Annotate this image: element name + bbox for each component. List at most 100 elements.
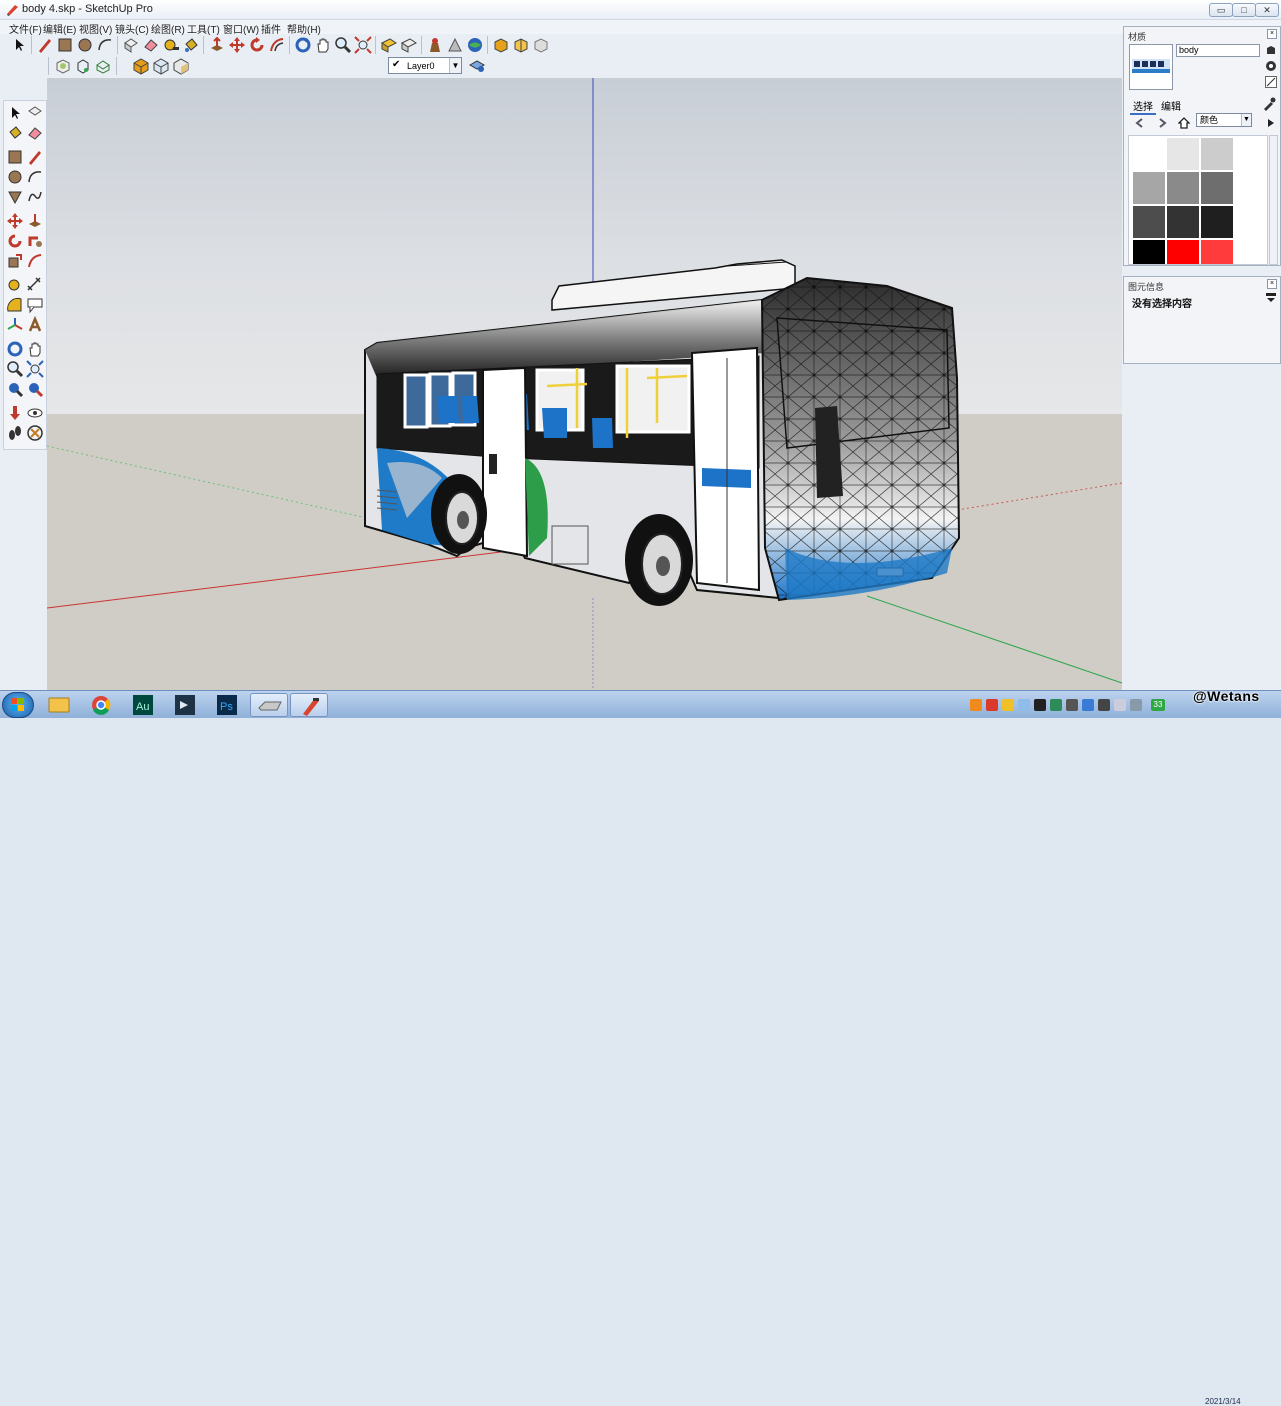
menu-help[interactable]: 帮助(H) (287, 21, 321, 36)
tape-measure-icon[interactable] (6, 276, 24, 294)
styles-icon[interactable] (532, 36, 550, 54)
push-pull-icon[interactable] (208, 36, 226, 54)
front-view-icon[interactable] (172, 57, 190, 75)
eraser-tool-icon[interactable] (26, 124, 44, 142)
menu-draw[interactable]: 绘图(R) (151, 21, 185, 36)
material-swatch[interactable] (1167, 172, 1199, 204)
material-swatch[interactable] (1167, 240, 1199, 264)
menu-file[interactable]: 文件(F) (9, 21, 42, 36)
protractor-tool-icon[interactable] (6, 296, 24, 314)
material-swatch[interactable] (1133, 172, 1165, 204)
select-tool-icon[interactable] (6, 104, 24, 122)
tray-app-icon[interactable] (970, 699, 982, 711)
google-earth-icon[interactable] (426, 36, 444, 54)
top-view-icon[interactable] (152, 57, 170, 75)
explorer-icon[interactable] (40, 693, 78, 717)
tray-app-icon[interactable] (986, 699, 998, 711)
zoom-tool-icon[interactable] (334, 36, 352, 54)
walk-tool-icon[interactable] (6, 424, 24, 442)
material-swatch[interactable] (1133, 240, 1165, 264)
start-button[interactable] (2, 692, 34, 718)
menu-window[interactable]: 窗口(W) (223, 21, 259, 36)
iso-view-icon[interactable] (132, 57, 150, 75)
tab-select[interactable]: 选择 (1130, 98, 1156, 115)
forward-arrow-icon[interactable] (1156, 117, 1168, 132)
circle-tool-icon[interactable] (6, 168, 24, 186)
paint-bucket-icon[interactable] (6, 124, 24, 142)
circle-tool-icon[interactable] (76, 36, 94, 54)
material-swatch[interactable] (1167, 206, 1199, 238)
pan-tool-icon[interactable] (314, 36, 332, 54)
menu-camera[interactable]: 镜头(C) (115, 21, 149, 36)
3d-warehouse-icon[interactable] (380, 36, 398, 54)
menu-plugins[interactable]: 插件 (261, 21, 281, 36)
details-arrow-icon[interactable] (1265, 117, 1277, 132)
menu-view[interactable]: 视图(V) (79, 21, 112, 36)
material-default-icon[interactable] (1265, 44, 1277, 56)
arc-tool-icon[interactable] (96, 36, 114, 54)
follow-me-icon[interactable] (26, 232, 44, 250)
paint-bucket-icon[interactable] (182, 36, 200, 54)
arc-tool-icon[interactable] (26, 168, 44, 186)
menu-edit[interactable]: 编辑(E) (43, 21, 76, 36)
3d-text-icon[interactable] (26, 316, 44, 334)
menu-tools[interactable]: 工具(T) (187, 21, 220, 36)
select-tool-icon[interactable] (10, 36, 28, 54)
share-model-icon[interactable] (400, 36, 418, 54)
zoom-extents-icon[interactable] (26, 380, 44, 398)
look-around-icon[interactable] (26, 404, 44, 422)
material-swatch[interactable] (1201, 240, 1233, 264)
extension-warehouse-icon[interactable] (492, 36, 510, 54)
material-name-input[interactable]: body (1176, 44, 1260, 57)
material-swatch[interactable] (1201, 172, 1233, 204)
material-swatch[interactable] (1201, 138, 1233, 170)
push-pull-icon[interactable] (26, 212, 44, 230)
pan-tool-icon[interactable] (26, 340, 44, 358)
material-collection-dropdown[interactable]: 颜色 ▼ (1196, 113, 1252, 127)
polygon-tool-icon[interactable] (6, 188, 24, 206)
network-icon[interactable] (1130, 699, 1142, 711)
tape-measure-icon[interactable] (162, 36, 180, 54)
audition-icon[interactable]: Au (124, 693, 162, 717)
dimension-tool-icon[interactable] (26, 276, 44, 294)
tray-app-icon[interactable] (1034, 699, 1046, 711)
pencil-line-tool-icon[interactable] (26, 148, 44, 166)
layer-dropdown[interactable]: ✔ Layer0 ▼ (388, 57, 462, 74)
tray-app-icon[interactable] (1082, 699, 1094, 711)
toggle-terrain-icon[interactable] (466, 36, 484, 54)
tab-edit[interactable]: 编辑 (1158, 98, 1184, 113)
clock-date[interactable]: 2021/3/14 (1205, 1397, 1241, 1406)
offset-tool-icon[interactable] (268, 36, 286, 54)
axes-tool-icon[interactable] (6, 316, 24, 334)
tray-app-icon[interactable] (1050, 699, 1062, 711)
back-edges-icon[interactable] (74, 57, 92, 75)
sketchup-file-icon[interactable] (250, 693, 288, 717)
zoom-extents-icon[interactable] (354, 36, 372, 54)
move-tool-icon[interactable] (228, 36, 246, 54)
photoshop-icon[interactable]: Ps (208, 693, 246, 717)
make-component-icon[interactable] (122, 36, 140, 54)
zoom-window-icon[interactable] (26, 360, 44, 378)
pencil-line-tool-icon[interactable] (36, 36, 54, 54)
previous-view-icon[interactable] (6, 380, 24, 398)
position-camera-icon[interactable] (6, 404, 24, 422)
close-icon[interactable]: × (1267, 279, 1277, 289)
section-plane-icon[interactable] (26, 424, 44, 442)
eraser-tool-icon[interactable] (142, 36, 160, 54)
move-tool-icon[interactable] (6, 212, 24, 230)
minimize-button[interactable]: ▭ (1209, 3, 1233, 17)
rotate-tool-icon[interactable] (248, 36, 266, 54)
scale-tool-icon[interactable] (6, 252, 24, 270)
material-swatch[interactable] (1201, 206, 1233, 238)
material-swatch[interactable] (1133, 206, 1165, 238)
tray-app-icon[interactable] (1098, 699, 1110, 711)
material-swatch[interactable] (1133, 138, 1165, 170)
chrome-icon[interactable] (82, 693, 120, 717)
components-icon[interactable] (512, 36, 530, 54)
layer-manager-icon[interactable] (468, 57, 486, 75)
volume-icon[interactable] (1114, 699, 1126, 711)
make-component-icon[interactable] (26, 104, 44, 122)
home-icon[interactable] (1177, 117, 1191, 132)
material-swatch[interactable] (1167, 138, 1199, 170)
orbit-tool-icon[interactable] (294, 36, 312, 54)
